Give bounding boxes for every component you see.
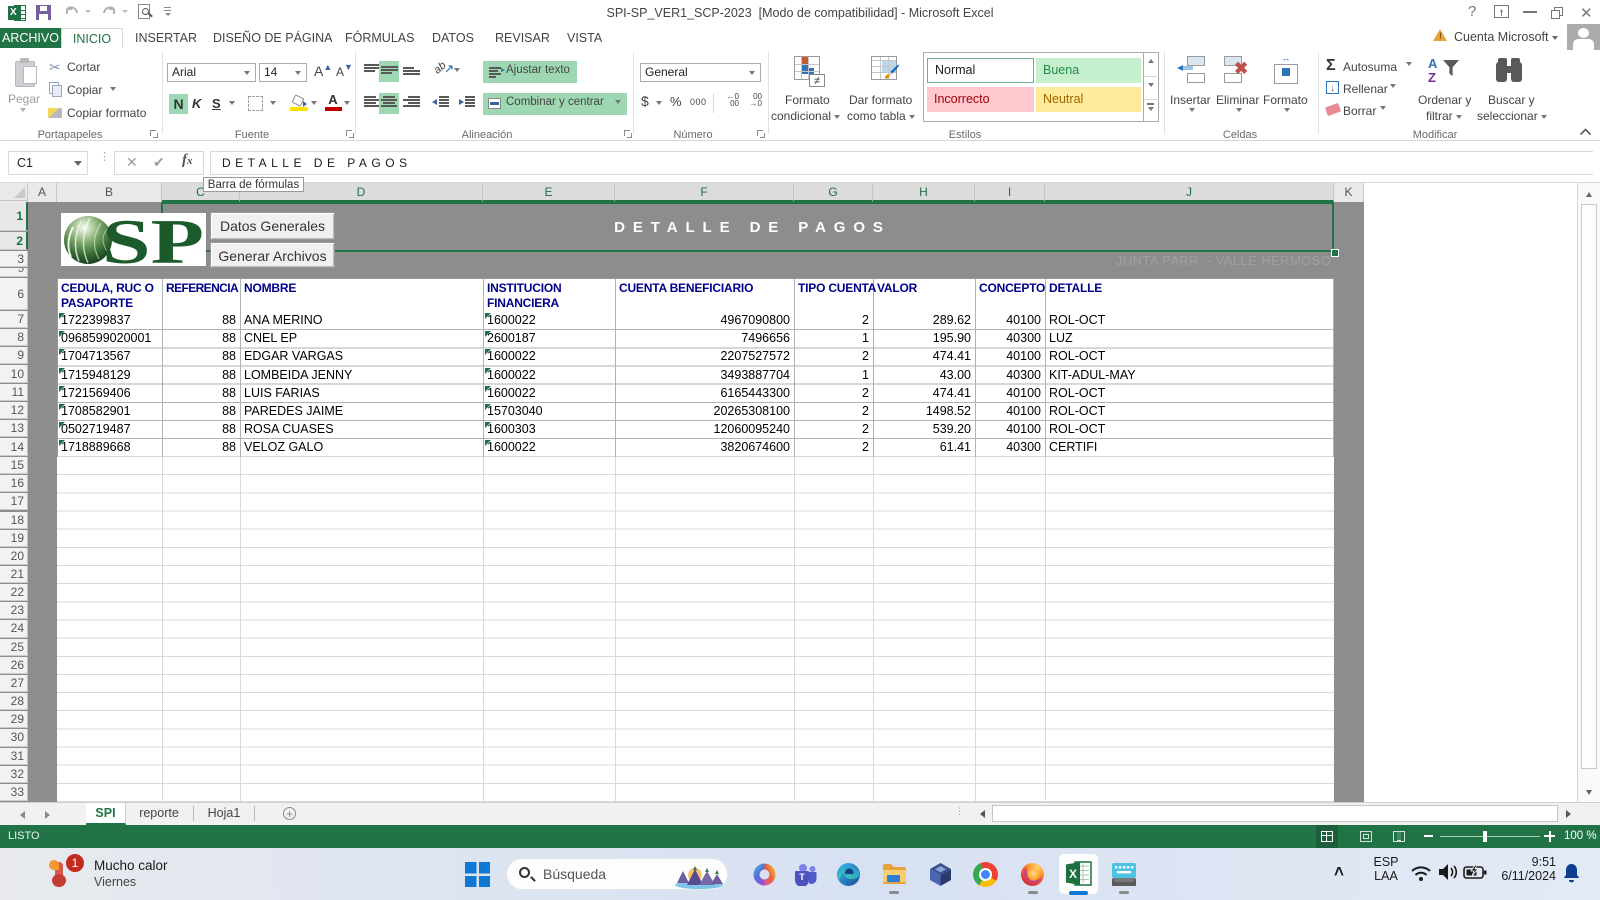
svg-text:SP: SP [102, 213, 204, 266]
svg-text:T: T [799, 872, 805, 882]
svg-text:X: X [1069, 867, 1077, 881]
